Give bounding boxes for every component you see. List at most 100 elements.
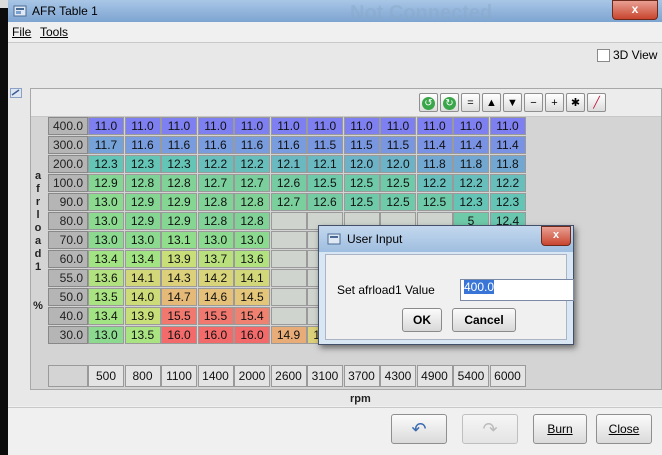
table-cell[interactable]: 12.9 xyxy=(124,212,161,230)
table-cell[interactable]: 11.0 xyxy=(453,117,489,135)
table-cell[interactable]: 13.0 xyxy=(197,231,234,249)
table-cell[interactable]: 11.0 xyxy=(234,117,270,135)
window-close-button[interactable]: x xyxy=(612,0,658,20)
value-input[interactable]: 400.0 xyxy=(460,279,574,301)
table-cell[interactable]: 11.0 xyxy=(380,117,416,135)
table-cell[interactable]: 13.4 xyxy=(88,307,124,325)
table-cell[interactable]: 12.0 xyxy=(343,155,380,173)
table-cell[interactable]: 11.6 xyxy=(270,136,307,154)
table-cell[interactable]: 12.9 xyxy=(88,174,124,192)
table-cell[interactable]: 12.8 xyxy=(197,193,234,211)
table-cell[interactable]: 13.0 xyxy=(88,212,124,230)
3d-view-checkbox[interactable] xyxy=(597,49,610,62)
column-header[interactable]: 4300 xyxy=(380,365,416,387)
table-cell[interactable]: 11.0 xyxy=(124,117,161,135)
table-cell[interactable]: 12.3 xyxy=(161,155,197,173)
table-cell[interactable]: 12.3 xyxy=(88,155,124,173)
table-cell[interactable]: 13.6 xyxy=(88,269,124,287)
column-header[interactable]: 2600 xyxy=(270,365,307,387)
dialog-close-button[interactable]: x xyxy=(541,226,571,246)
table-cell[interactable]: 12.7 xyxy=(197,174,234,192)
table-cell[interactable]: 13.6 xyxy=(234,250,270,268)
table-cell[interactable]: 14.3 xyxy=(161,269,197,287)
close-button[interactable]: Close xyxy=(596,414,652,444)
column-header[interactable]: 800 xyxy=(124,365,161,387)
redo-burn-button[interactable]: ↷ xyxy=(462,414,518,444)
table-cell[interactable]: 14.9 xyxy=(270,326,307,344)
table-cell[interactable]: 11.4 xyxy=(489,136,526,154)
redo-arrow-icon[interactable]: ↻ xyxy=(440,93,459,112)
plus-button[interactable]: + xyxy=(545,93,564,112)
menu-file[interactable]: File xyxy=(12,25,31,39)
undo-burn-button[interactable]: ↶ xyxy=(391,414,447,444)
row-header[interactable]: 60.0 xyxy=(48,250,88,268)
table-cell[interactable]: 12.0 xyxy=(380,155,416,173)
table-cell[interactable]: 12.2 xyxy=(234,155,270,173)
table-cell[interactable]: 11.0 xyxy=(307,117,343,135)
equals-button[interactable]: = xyxy=(461,93,480,112)
column-header[interactable]: 5400 xyxy=(453,365,489,387)
column-header[interactable]: 4900 xyxy=(416,365,453,387)
table-cell[interactable] xyxy=(270,307,307,325)
undo-arrow-icon[interactable]: ↺ xyxy=(419,93,438,112)
row-header[interactable]: 70.0 xyxy=(48,231,88,249)
table-cell[interactable]: 13.0 xyxy=(88,326,124,344)
column-header[interactable]: 1400 xyxy=(197,365,234,387)
row-header[interactable]: 100.0 xyxy=(48,174,88,192)
ok-button[interactable]: OK xyxy=(402,308,442,332)
table-cell[interactable]: 12.3 xyxy=(453,193,489,211)
column-header[interactable]: 1100 xyxy=(161,365,197,387)
dialog-title-bar[interactable]: User Input x xyxy=(319,226,573,252)
minus-button[interactable]: − xyxy=(524,93,543,112)
table-cell[interactable]: 12.5 xyxy=(380,174,416,192)
table-cell[interactable]: 14.1 xyxy=(124,269,161,287)
burn-button[interactable]: Burn xyxy=(533,414,587,444)
table-cell[interactable]: 14.2 xyxy=(197,269,234,287)
menu-tools[interactable]: Tools xyxy=(40,25,68,39)
row-header[interactable]: 400.0 xyxy=(48,117,88,135)
table-cell[interactable]: 14.0 xyxy=(124,288,161,306)
table-cell[interactable]: 13.0 xyxy=(88,231,124,249)
table-cell[interactable]: 13.0 xyxy=(124,231,161,249)
table-cell[interactable]: 11.0 xyxy=(161,117,197,135)
cancel-button[interactable]: Cancel xyxy=(452,308,516,332)
table-cell[interactable]: 15.5 xyxy=(197,307,234,325)
increase-button[interactable]: ▲ xyxy=(482,93,501,112)
table-cell[interactable]: 12.5 xyxy=(380,193,416,211)
table-cell[interactable]: 13.4 xyxy=(124,250,161,268)
table-cell[interactable]: 16.0 xyxy=(234,326,270,344)
row-header[interactable]: 30.0 xyxy=(48,326,88,344)
table-cell[interactable] xyxy=(270,212,307,230)
row-header[interactable]: 55.0 xyxy=(48,269,88,287)
table-cell[interactable]: 12.3 xyxy=(124,155,161,173)
row-header[interactable]: 200.0 xyxy=(48,155,88,173)
table-cell[interactable]: 11.6 xyxy=(124,136,161,154)
column-header[interactable]: 2000 xyxy=(234,365,270,387)
table-cell[interactable] xyxy=(270,288,307,306)
table-cell[interactable]: 15.5 xyxy=(161,307,197,325)
column-header[interactable]: 6000 xyxy=(489,365,526,387)
table-cell[interactable]: 11.6 xyxy=(234,136,270,154)
table-cell[interactable]: 12.1 xyxy=(270,155,307,173)
table-cell[interactable]: 11.6 xyxy=(197,136,234,154)
table-cell[interactable]: 11.0 xyxy=(88,117,124,135)
table-cell[interactable]: 11.4 xyxy=(416,136,453,154)
pencil-icon[interactable]: ╱ xyxy=(587,93,606,112)
table-cell[interactable]: 12.5 xyxy=(343,193,380,211)
table-cell[interactable] xyxy=(270,269,307,287)
table-cell[interactable]: 12.9 xyxy=(161,212,197,230)
table-cell[interactable]: 12.9 xyxy=(161,193,197,211)
table-cell[interactable]: 11.5 xyxy=(343,136,380,154)
table-cell[interactable]: 12.2 xyxy=(416,174,453,192)
table-cell[interactable]: 13.4 xyxy=(88,250,124,268)
table-cell[interactable]: 13.5 xyxy=(88,288,124,306)
table-cell[interactable]: 15.4 xyxy=(234,307,270,325)
decrease-button[interactable]: ▼ xyxy=(503,93,522,112)
table-cell[interactable]: 12.7 xyxy=(270,193,307,211)
table-cell[interactable]: 11.5 xyxy=(307,136,343,154)
table-cell[interactable] xyxy=(270,231,307,249)
table-cell[interactable]: 11.8 xyxy=(453,155,489,173)
table-cell[interactable]: 12.5 xyxy=(307,174,343,192)
column-header[interactable]: 3100 xyxy=(307,365,343,387)
table-cell[interactable]: 12.8 xyxy=(124,174,161,192)
